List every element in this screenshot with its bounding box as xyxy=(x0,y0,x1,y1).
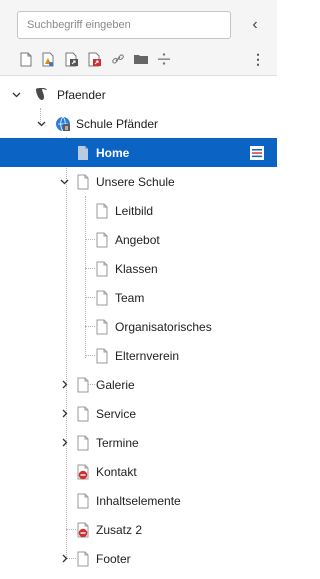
new-page-icon[interactable] xyxy=(17,50,35,68)
page-icon xyxy=(96,348,108,363)
link-icon[interactable] xyxy=(109,50,127,68)
tree-node-inhaltselemente[interactable]: Inhaltselemente xyxy=(0,486,277,515)
typo3-logo-icon xyxy=(36,87,47,100)
tree-toolbar-icons xyxy=(17,50,173,68)
tree-node-organisatorisches[interactable]: Organisatorisches xyxy=(0,312,277,341)
divider-icon[interactable] xyxy=(155,50,173,68)
tree-node-unsere-schule[interactable]: Unsere Schule xyxy=(0,167,277,196)
new-shortcut-page-icon[interactable] xyxy=(63,50,81,68)
page-icon xyxy=(96,203,108,218)
tree-node-klassen[interactable]: Klassen xyxy=(0,254,277,283)
tree-node-home[interactable]: Home xyxy=(0,138,277,167)
page-icon xyxy=(96,261,108,276)
tree-node-label: Unsere Schule xyxy=(96,174,175,189)
tree-node-label: Klassen xyxy=(115,261,158,276)
tree-node-elternverein[interactable]: Elternverein xyxy=(0,341,277,370)
tree-node-label: Galerie xyxy=(96,377,135,392)
chevron-right-icon[interactable] xyxy=(60,554,70,564)
tree-node-site[interactable]: Schule Pfänder xyxy=(0,109,277,138)
tree-node-label: Inhaltselemente xyxy=(96,493,181,508)
chevron-right-icon[interactable] xyxy=(60,438,70,448)
more-vertical-icon: ⋮ xyxy=(251,50,265,67)
folder-icon[interactable] xyxy=(132,50,150,68)
chevron-right-icon[interactable] xyxy=(60,380,70,390)
tree-node-team[interactable]: Team xyxy=(0,283,277,312)
tree-node-service[interactable]: Service xyxy=(0,399,277,428)
tree-node-angebot[interactable]: Angebot xyxy=(0,225,277,254)
chevron-down-icon[interactable] xyxy=(59,177,69,187)
tree-node-zusatz-2[interactable]: Zusatz 2 xyxy=(0,515,277,544)
tree-node-label: Pfaender xyxy=(57,87,106,102)
page-tree-toolbar: ‹ ⋮ xyxy=(0,0,277,76)
chevron-down-icon[interactable] xyxy=(11,90,21,100)
tree-node-kontakt[interactable]: Kontakt xyxy=(0,457,277,486)
page-icon xyxy=(77,377,89,392)
page-icon xyxy=(77,174,89,189)
tree-node-footer[interactable]: Footer xyxy=(0,544,277,573)
tree-node-galerie[interactable]: Galerie xyxy=(0,370,277,399)
more-options-button[interactable]: ⋮ xyxy=(250,50,266,68)
new-external-link-page-icon[interactable] xyxy=(86,50,104,68)
tree-node-label: Team xyxy=(115,290,145,305)
collapse-button[interactable]: ‹ xyxy=(243,11,267,39)
tree-node-label: Zusatz 2 xyxy=(96,522,143,537)
tree-node-leitbild[interactable]: Leitbild xyxy=(0,196,277,225)
page-icon xyxy=(96,232,108,247)
tree-node-label: Service xyxy=(96,406,137,421)
tree-node-root[interactable]: Pfaender xyxy=(0,80,277,109)
chevron-left-icon: ‹ xyxy=(252,16,258,33)
tree-node-label: Kontakt xyxy=(96,464,137,479)
page-settings-icon[interactable] xyxy=(250,145,264,160)
tree-node-label: Footer xyxy=(96,551,131,566)
tree-node-label: Organisatorisches xyxy=(115,319,212,334)
tree-node-label: Angebot xyxy=(115,232,160,247)
new-page-from-template-icon[interactable] xyxy=(40,50,58,68)
chevron-right-icon[interactable] xyxy=(60,409,70,419)
tree-node-label: Termine xyxy=(96,435,139,450)
page-icon xyxy=(78,145,88,160)
page-icon xyxy=(77,435,89,450)
tree-node-label: Home xyxy=(96,145,130,160)
tree-node-termine[interactable]: Termine xyxy=(0,428,277,457)
page-icon xyxy=(77,551,89,566)
tree-node-label: Leitbild xyxy=(115,203,154,218)
page-icon xyxy=(77,406,89,421)
hidden-page-icon xyxy=(77,522,89,537)
search-input[interactable] xyxy=(17,11,231,39)
site-root-icon xyxy=(56,116,70,131)
page-icon xyxy=(96,319,108,334)
tree-node-label: Elternverein xyxy=(115,348,180,363)
page-icon xyxy=(96,290,108,305)
tree-node-label: Schule Pfänder xyxy=(76,116,159,131)
page-icon xyxy=(77,493,89,508)
chevron-down-icon[interactable] xyxy=(36,119,46,129)
hidden-page-icon xyxy=(77,464,89,479)
